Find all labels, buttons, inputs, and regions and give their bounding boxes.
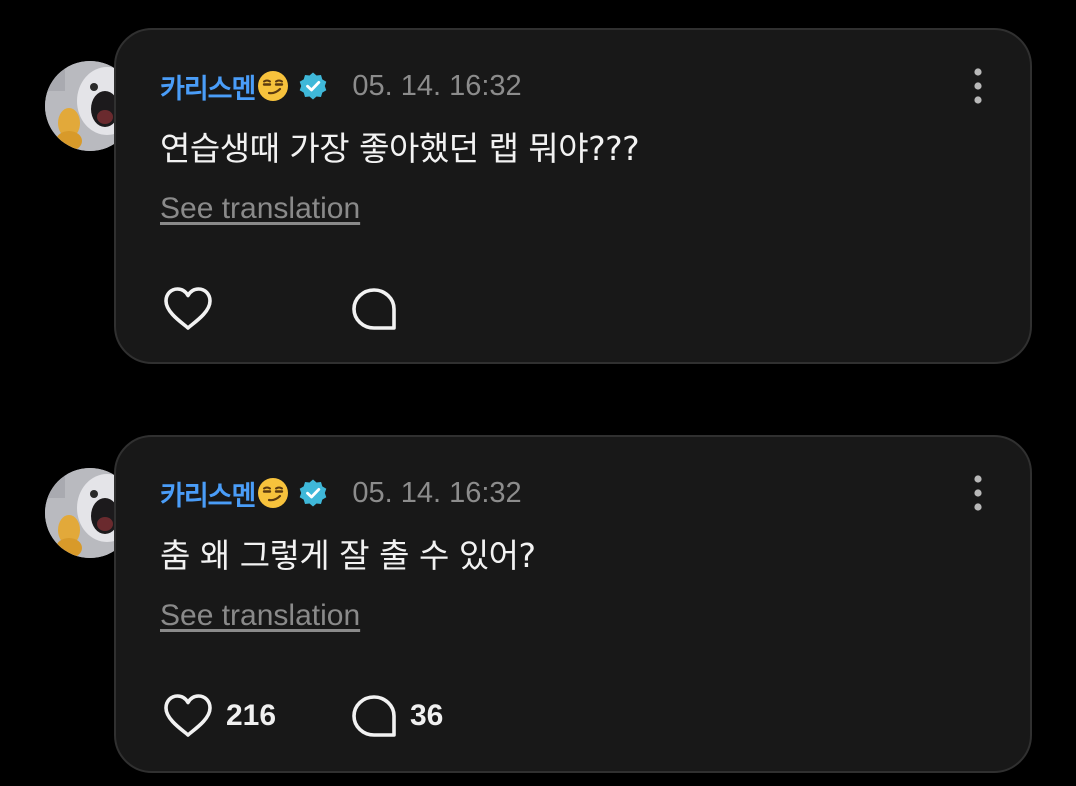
like-button[interactable]	[162, 286, 350, 332]
comment-card: 카리스멘 05. 14. 16:32	[114, 435, 1032, 773]
smirking-face-emoji	[258, 478, 289, 508]
username[interactable]: 카리스멘	[160, 67, 256, 106]
verified-badge-icon	[300, 72, 327, 100]
smirking-face-emoji	[258, 71, 289, 101]
comment-header: 카리스멘 05. 14. 16:32	[160, 473, 522, 513]
like-button[interactable]: 216	[162, 693, 350, 739]
comment-card: 카리스멘 05. 14. 16:32	[114, 28, 1032, 364]
username[interactable]: 카리스멘	[160, 474, 256, 513]
speech-bubble-icon	[352, 695, 396, 737]
heart-icon	[164, 287, 212, 330]
see-translation-link[interactable]: See translation	[160, 599, 360, 633]
like-count: 216	[226, 699, 277, 732]
timestamp: 05. 14. 16:32	[352, 476, 522, 509]
timestamp: 05. 14. 16:32	[352, 69, 522, 102]
comment-actions	[162, 284, 410, 334]
comment-actions: 216 36	[162, 691, 443, 741]
comment-text: 춤 왜 그렇게 잘 출 수 있어?	[160, 536, 536, 575]
comment-count: 36	[410, 699, 444, 732]
see-translation-link[interactable]: See translation	[160, 192, 360, 226]
more-vertical-icon[interactable]	[970, 475, 986, 511]
comment-button[interactable]	[350, 286, 410, 332]
comment-button[interactable]: 36	[350, 693, 443, 739]
comment-feed: 카리스멘 05. 14. 16:32 연습생때 가장 좋아했던 랩 뭐야??? …	[0, 0, 1076, 786]
comment-text: 연습생때 가장 좋아했던 랩 뭐야???	[160, 129, 640, 168]
speech-bubble-icon	[352, 288, 396, 330]
verified-badge-icon	[300, 479, 327, 507]
heart-icon	[164, 694, 212, 737]
more-vertical-icon[interactable]	[970, 68, 986, 104]
comment-header: 카리스멘 05. 14. 16:32	[160, 66, 522, 106]
